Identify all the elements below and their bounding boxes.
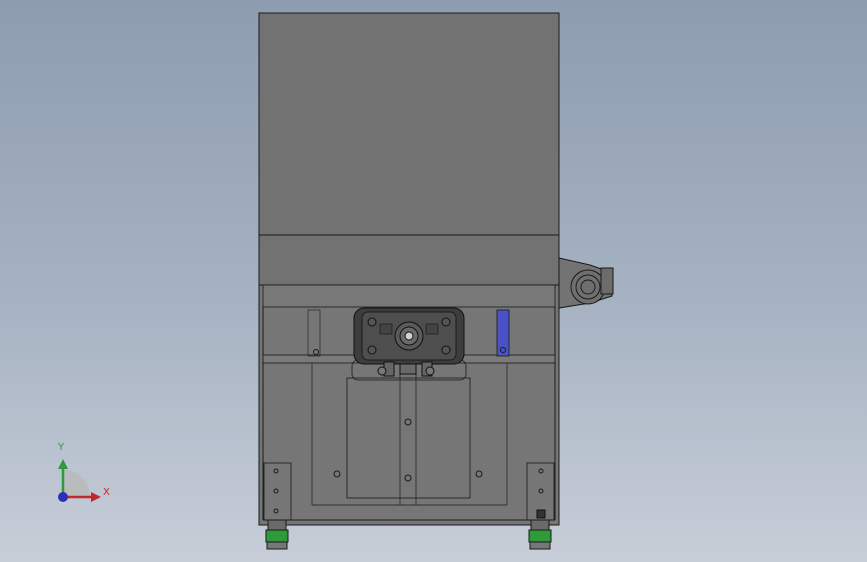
graphics-viewport[interactable]: Y X (0, 0, 867, 562)
x-axis-label: X (103, 487, 110, 498)
right-foot[interactable] (528, 519, 552, 550)
coordinate-triad[interactable] (58, 459, 101, 502)
left-foot[interactable] (265, 519, 289, 550)
side-clamp[interactable] (558, 257, 614, 309)
y-axis-label: Y (58, 442, 65, 453)
upper-housing[interactable] (258, 12, 560, 286)
z-axis-dot (58, 492, 68, 502)
blue-bracket[interactable] (496, 309, 510, 357)
cad-model-view[interactable] (0, 0, 867, 562)
